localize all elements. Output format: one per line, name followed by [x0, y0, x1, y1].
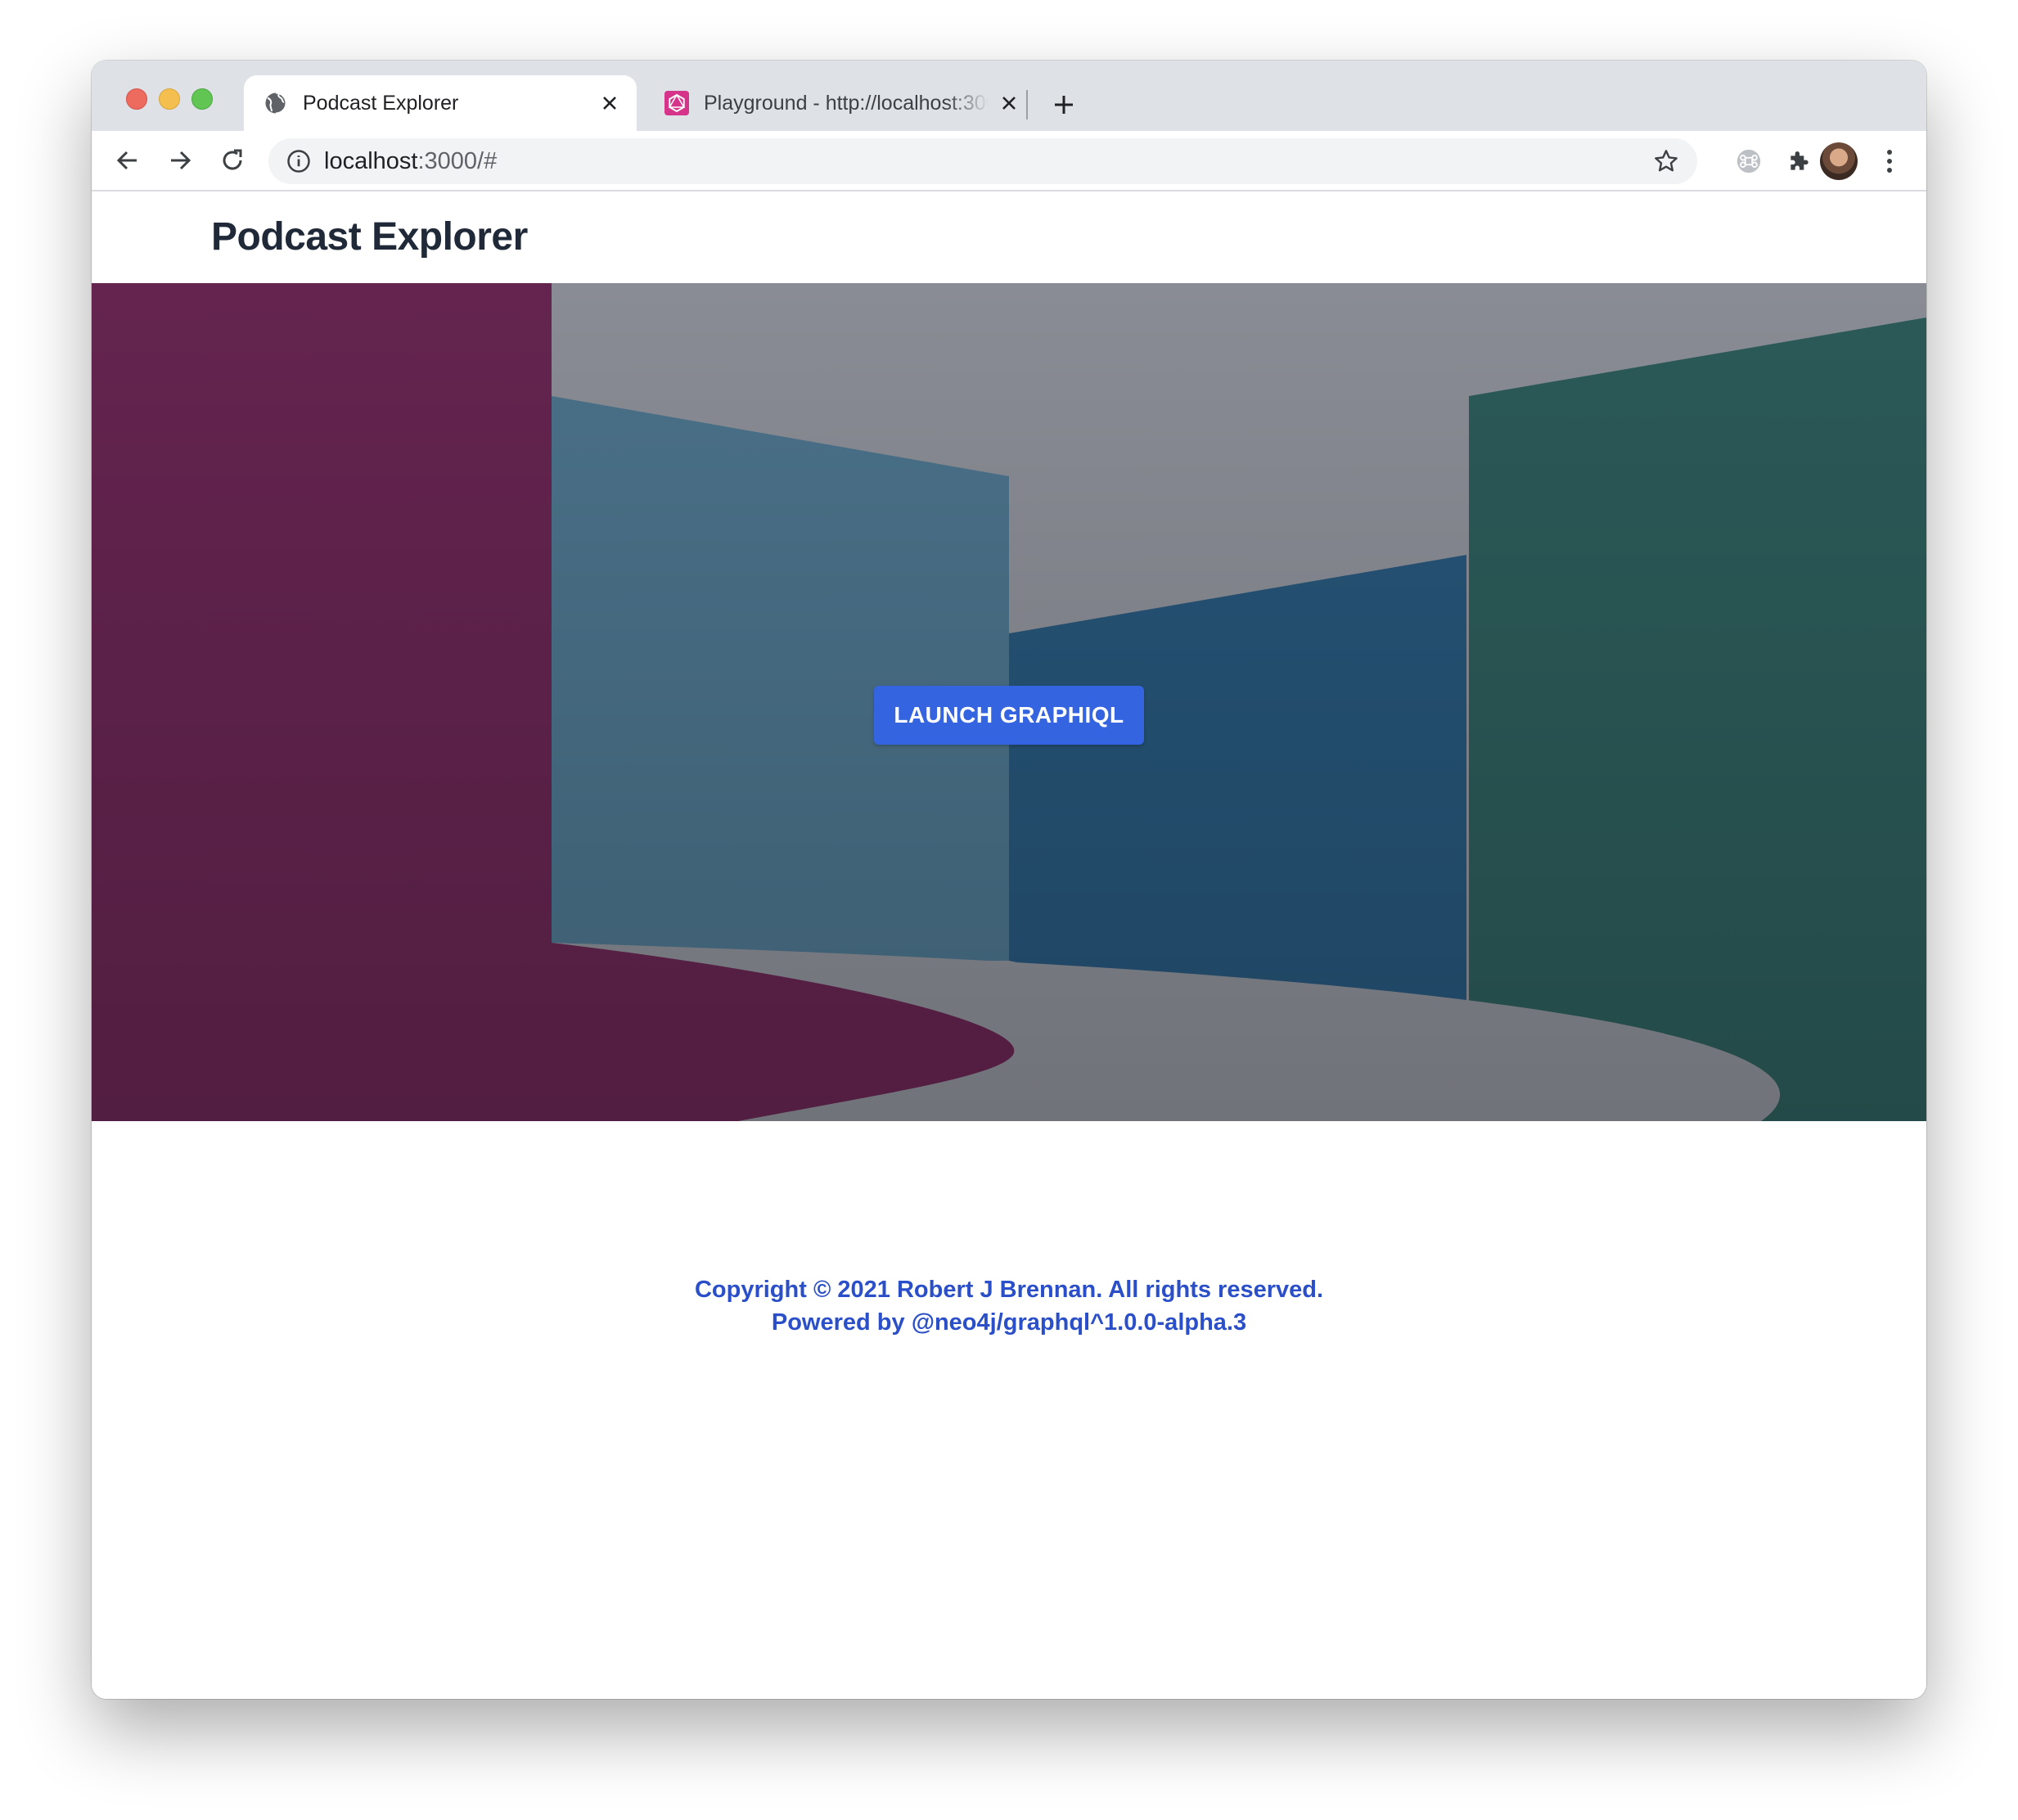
- plus-icon: [1055, 96, 1073, 114]
- hero-banner: LAUNCH GRAPHIQL: [92, 283, 1926, 1121]
- url-host: localhost: [324, 147, 418, 174]
- close-tab-icon[interactable]: [998, 92, 1020, 114]
- browser-menu-button[interactable]: [1874, 146, 1905, 177]
- browser-toolbar: localhost:3000/#: [92, 131, 1926, 191]
- arrow-left-icon: [116, 151, 137, 170]
- page-title: Podcast Explorer: [211, 215, 528, 259]
- tab-strip: Podcast Explorer Playground - http://loc…: [92, 61, 1926, 131]
- profile-avatar[interactable]: [1820, 142, 1858, 180]
- minimize-window-button[interactable]: [159, 88, 180, 110]
- maximize-window-button[interactable]: [191, 88, 213, 110]
- tab-separator: [1026, 90, 1028, 119]
- launch-graphiql-button[interactable]: LAUNCH GRAPHIQL: [874, 686, 1144, 745]
- url-path: :3000/#: [417, 147, 498, 174]
- tab-title: Playground - http://localhost:3000: [704, 91, 989, 115]
- extension-command-icon[interactable]: [1733, 146, 1764, 177]
- url-text: localhost:3000/#: [324, 148, 497, 175]
- app-header: Podcast Explorer: [92, 191, 1926, 283]
- copyright-text: Copyright © 2021 Robert J Brennan. All r…: [694, 1277, 1324, 1303]
- page-viewport: Podcast Explorer LAUNCH GRAPHIQL Copyrig…: [92, 191, 1926, 1699]
- graphql-icon: [664, 91, 689, 115]
- new-tab-button[interactable]: [1047, 88, 1080, 121]
- info-icon[interactable]: [286, 149, 311, 173]
- forward-button[interactable]: [164, 144, 196, 177]
- bookmark-star-icon[interactable]: [1653, 148, 1679, 174]
- browser-window: Podcast Explorer Playground - http://loc…: [92, 61, 1926, 1699]
- reload-icon: [223, 149, 242, 170]
- close-tab-icon[interactable]: [599, 92, 620, 114]
- close-window-button[interactable]: [126, 88, 147, 110]
- powered-by-text: Powered by @neo4j/graphql^1.0.0-alpha.3: [771, 1309, 1247, 1336]
- puzzle-icon: [1791, 151, 1809, 170]
- tab-podcast-explorer[interactable]: Podcast Explorer: [244, 75, 637, 131]
- back-button[interactable]: [111, 144, 144, 177]
- kebab-menu-icon: [1887, 150, 1892, 173]
- command-icon: [1736, 149, 1761, 173]
- reload-button[interactable]: [216, 144, 249, 177]
- page-footer: Copyright © 2021 Robert J Brennan. All r…: [92, 1273, 1926, 1339]
- tab-playground[interactable]: Playground - http://localhost:3000: [643, 75, 1036, 131]
- globe-icon: [265, 92, 287, 115]
- address-bar[interactable]: localhost:3000/#: [268, 138, 1697, 184]
- extensions-puzzle-icon[interactable]: [1784, 146, 1815, 177]
- tab-title: Podcast Explorer: [303, 91, 459, 115]
- arrow-right-icon: [171, 151, 191, 170]
